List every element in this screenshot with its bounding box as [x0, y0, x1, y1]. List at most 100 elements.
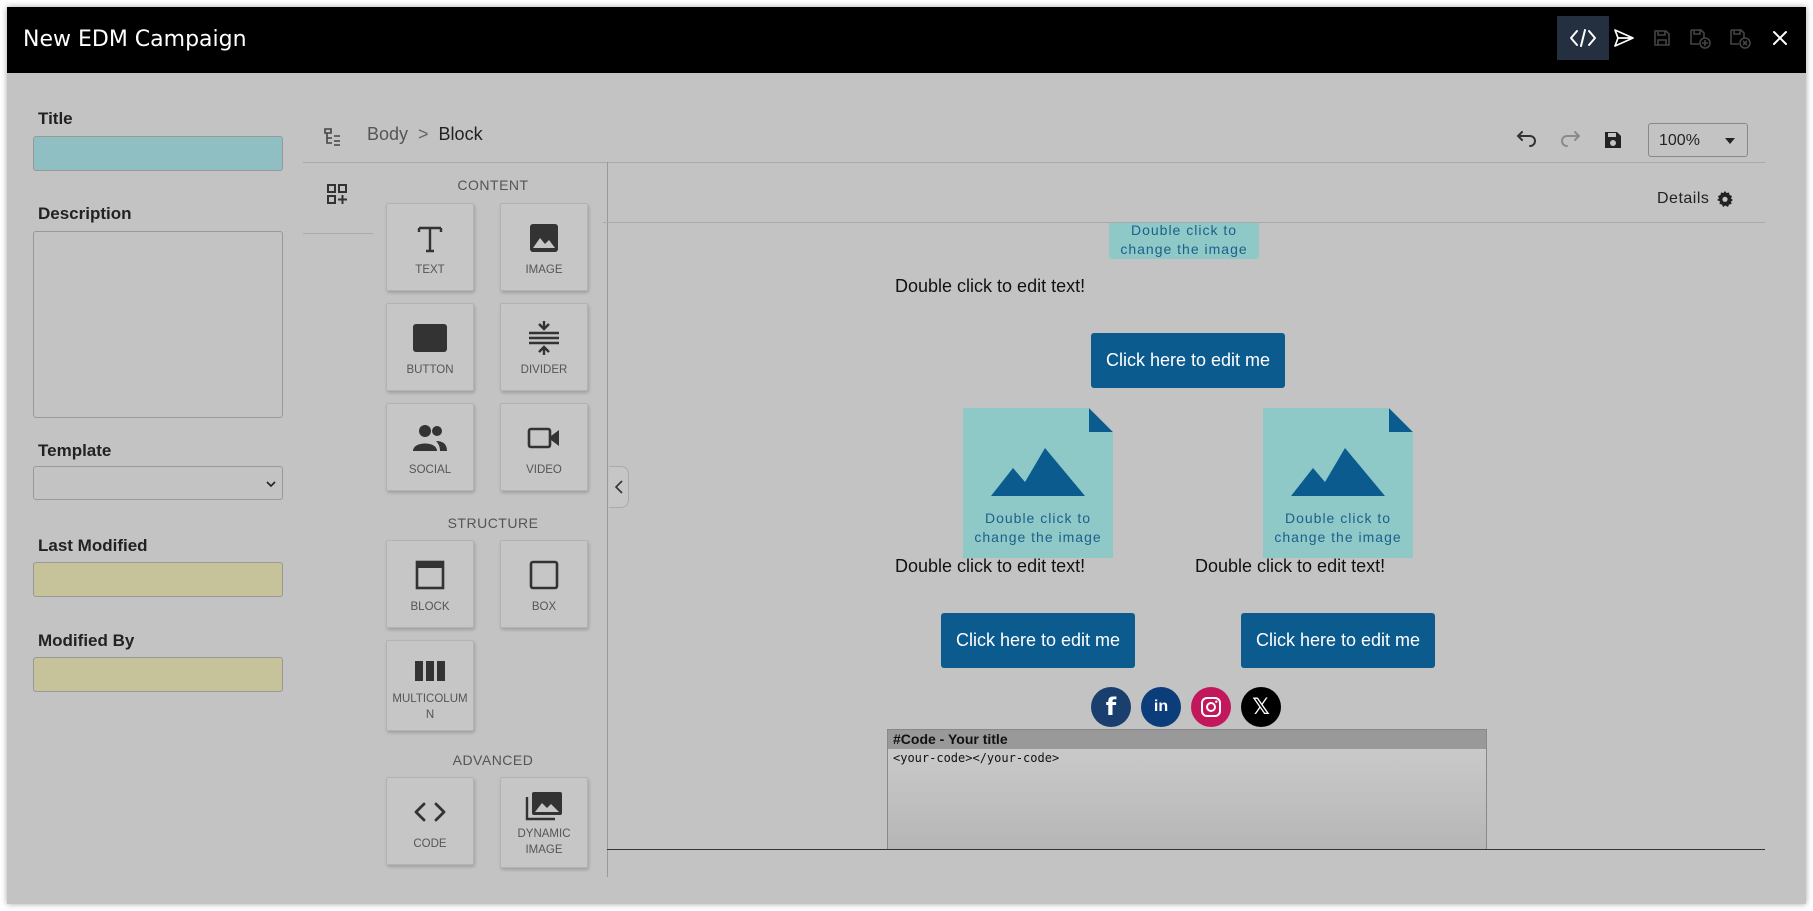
text-icon — [417, 226, 443, 253]
block-dynamic-image[interactable]: DYNAMIC IMAGE — [500, 777, 588, 868]
zoom-select[interactable]: 100% — [1648, 123, 1748, 157]
breadcrumb-block: Block — [438, 124, 483, 144]
last-modified-label: Last Modified — [38, 536, 148, 555]
block-multicolumn-label-line-2: N — [425, 709, 435, 721]
block-box[interactable]: BOX — [500, 540, 588, 628]
code-icon — [1570, 29, 1596, 47]
block-code-label: CODE — [413, 838, 447, 850]
undo-icon[interactable] — [1516, 129, 1538, 147]
image-icon — [530, 224, 558, 252]
block-dynamic-image-label: DYNAMIC IMAGE — [517, 826, 570, 858]
block-multicolumn-label: MULTICOLUM N — [392, 691, 467, 723]
block-social-label: SOCIAL — [408, 464, 452, 476]
zoom-value: 100% — [1659, 132, 1700, 149]
image-placeholder-top[interactable]: Double click to change the image — [1109, 223, 1259, 259]
email-canvas[interactable]: Double click to change the image Double c… — [607, 223, 1765, 850]
block-button-label: BUTTON — [406, 364, 454, 376]
block-video[interactable]: VIDEO — [500, 403, 588, 491]
button-icon — [413, 324, 447, 352]
linkedin-icon[interactable]: in — [1141, 687, 1181, 727]
mountain-icon — [1291, 448, 1385, 496]
instagram-glyph — [1201, 697, 1221, 717]
block-icon — [415, 560, 445, 590]
box-icon — [529, 560, 559, 590]
image-placeholder-text-line-2: change the image — [1120, 241, 1248, 257]
save-icon — [1654, 30, 1670, 46]
image-placeholder-right[interactable]: Double click to change the image — [1263, 408, 1413, 558]
send-button[interactable] — [1605, 16, 1643, 60]
social-icon — [413, 425, 447, 451]
block-button[interactable]: BUTTON — [386, 303, 474, 391]
block-social[interactable]: SOCIAL — [386, 403, 474, 491]
instagram-icon[interactable] — [1191, 687, 1231, 727]
close-button[interactable] — [1761, 16, 1799, 60]
details-toggle[interactable]: Details — [1657, 190, 1734, 208]
redo-icon[interactable] — [1559, 129, 1581, 147]
title-input[interactable] — [33, 136, 283, 171]
text-block-3[interactable]: Double click to edit text! — [1195, 556, 1385, 577]
text-block-2[interactable]: Double click to edit text! — [895, 556, 1085, 577]
last-modified-field — [33, 562, 283, 597]
code-block-title: #Code - Your title — [888, 730, 1486, 749]
structure-heading: STRUCTURE — [447, 515, 539, 531]
cta-button-3[interactable]: Click here to edit me — [1241, 613, 1435, 668]
save-new-button[interactable] — [1681, 16, 1719, 60]
block-video-label: VIDEO — [526, 464, 562, 476]
code-view-button[interactable] — [1557, 16, 1609, 60]
blocks-add-icon[interactable] — [326, 183, 348, 205]
code-icon — [414, 802, 446, 822]
block-multicolumn[interactable]: MULTICOLUM N — [386, 640, 474, 731]
panel-tab-divider — [303, 233, 373, 234]
block-block-label: BLOCK — [410, 601, 450, 613]
facebook-icon[interactable]: f — [1091, 687, 1131, 727]
block-divider-label: DIVIDER — [520, 364, 568, 376]
divider-icon — [529, 321, 559, 355]
content-heading: CONTENT — [457, 177, 529, 193]
breadcrumb-separator: > — [418, 124, 429, 144]
description-label: Description — [38, 204, 132, 223]
block-code[interactable]: CODE — [386, 777, 474, 865]
image-placeholder-left[interactable]: Double click to change the image — [963, 408, 1113, 558]
cta-button-1[interactable]: Click here to edit me — [1091, 333, 1285, 388]
block-block[interactable]: BLOCK — [386, 540, 474, 628]
title-label: Title — [38, 109, 73, 128]
image-placeholder-text-line-1: Double click to — [984, 510, 1092, 526]
block-dynamic-image-label-line-1: DYNAMIC — [517, 828, 571, 840]
block-image-label: IMAGE — [525, 264, 563, 276]
block-divider[interactable]: DIVIDER — [500, 303, 588, 391]
gear-icon — [1717, 191, 1734, 207]
x-icon[interactable]: 𝕏 — [1241, 687, 1281, 727]
layer-tree-icon[interactable] — [323, 127, 343, 147]
page-fold — [1389, 408, 1413, 432]
dynamic-image-icon — [525, 792, 562, 821]
save-template-icon[interactable] — [1603, 130, 1623, 150]
code-block-body: <your-code></your-code> — [893, 751, 1060, 765]
breadcrumb-body[interactable]: Body — [367, 124, 408, 144]
page-fold — [1089, 408, 1113, 432]
save-button[interactable] — [1643, 16, 1681, 60]
cta-button-2[interactable]: Click here to edit me — [941, 613, 1135, 668]
block-text[interactable]: TEXT — [386, 203, 474, 291]
editor-toolbar-divider — [303, 162, 1765, 163]
template-select[interactable] — [33, 466, 283, 500]
canvas-bottom-border — [607, 849, 1765, 850]
block-multicolumn-label-line-1: MULTICOLUM — [392, 693, 468, 705]
caret-down-icon — [1725, 138, 1735, 144]
details-label: Details — [1657, 190, 1710, 207]
block-box-label: BOX — [531, 601, 557, 613]
breadcrumb: Body > Block — [367, 124, 483, 145]
code-block[interactable]: #Code - Your title <your-code></your-cod… — [887, 729, 1487, 850]
modified-by-label: Modified By — [38, 631, 135, 650]
image-placeholder-text-line-1: Double click to — [1130, 223, 1238, 238]
mountain-icon — [991, 448, 1085, 496]
close-icon — [1773, 31, 1787, 45]
text-block-1[interactable]: Double click to edit text! — [895, 276, 1085, 297]
description-input[interactable] — [33, 231, 283, 418]
block-image[interactable]: IMAGE — [500, 203, 588, 291]
image-placeholder-text-line-2: change the image — [1274, 529, 1402, 545]
send-icon — [1614, 29, 1634, 47]
image-placeholder-text-line-2: change the image — [974, 529, 1102, 545]
video-icon — [527, 427, 559, 449]
modified-by-field — [33, 657, 283, 692]
save-close-button[interactable] — [1721, 16, 1759, 60]
